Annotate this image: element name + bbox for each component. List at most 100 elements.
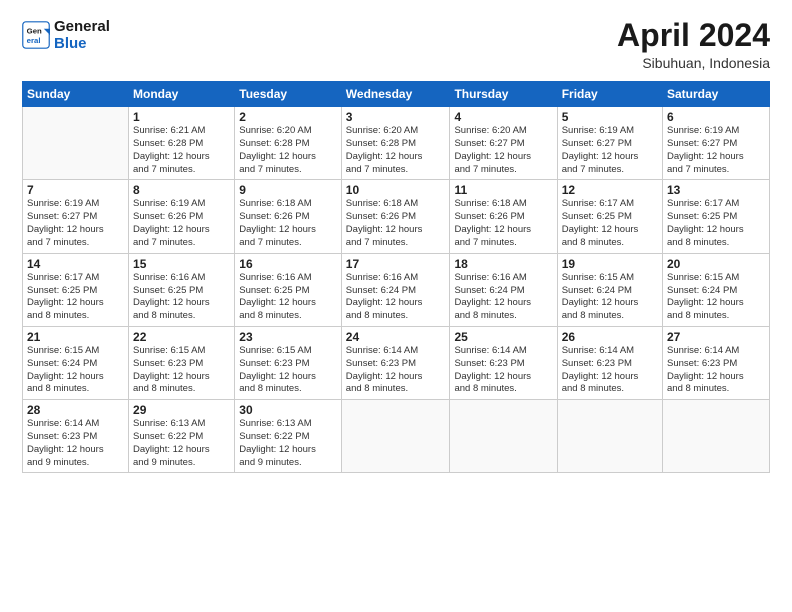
table-row: 22Sunrise: 6:15 AM Sunset: 6:23 PM Dayli… — [129, 326, 235, 399]
calendar-week-row: 28Sunrise: 6:14 AM Sunset: 6:23 PM Dayli… — [23, 400, 770, 473]
day-number: 25 — [454, 330, 552, 344]
table-row: 9Sunrise: 6:18 AM Sunset: 6:26 PM Daylig… — [235, 180, 342, 253]
day-number: 1 — [133, 110, 230, 124]
day-number: 30 — [239, 403, 337, 417]
table-row: 28Sunrise: 6:14 AM Sunset: 6:23 PM Dayli… — [23, 400, 129, 473]
day-number: 20 — [667, 257, 765, 271]
table-row: 3Sunrise: 6:20 AM Sunset: 6:28 PM Daylig… — [341, 107, 450, 180]
table-row: 8Sunrise: 6:19 AM Sunset: 6:26 PM Daylig… — [129, 180, 235, 253]
table-row: 21Sunrise: 6:15 AM Sunset: 6:24 PM Dayli… — [23, 326, 129, 399]
calendar-week-row: 14Sunrise: 6:17 AM Sunset: 6:25 PM Dayli… — [23, 253, 770, 326]
table-row: 7Sunrise: 6:19 AM Sunset: 6:27 PM Daylig… — [23, 180, 129, 253]
table-row: 5Sunrise: 6:19 AM Sunset: 6:27 PM Daylig… — [557, 107, 662, 180]
subtitle: Sibuhuan, Indonesia — [617, 55, 770, 71]
day-info: Sunrise: 6:14 AM Sunset: 6:23 PM Dayligh… — [27, 418, 124, 469]
day-number: 3 — [346, 110, 446, 124]
day-number: 28 — [27, 403, 124, 417]
svg-text:eral: eral — [27, 36, 41, 45]
day-number: 29 — [133, 403, 230, 417]
table-row: 6Sunrise: 6:19 AM Sunset: 6:27 PM Daylig… — [663, 107, 770, 180]
table-row — [341, 400, 450, 473]
col-saturday: Saturday — [663, 82, 770, 107]
table-row: 25Sunrise: 6:14 AM Sunset: 6:23 PM Dayli… — [450, 326, 557, 399]
day-info: Sunrise: 6:19 AM Sunset: 6:27 PM Dayligh… — [667, 125, 765, 176]
day-info: Sunrise: 6:17 AM Sunset: 6:25 PM Dayligh… — [667, 198, 765, 249]
day-number: 11 — [454, 183, 552, 197]
table-row: 15Sunrise: 6:16 AM Sunset: 6:25 PM Dayli… — [129, 253, 235, 326]
table-row: 2Sunrise: 6:20 AM Sunset: 6:28 PM Daylig… — [235, 107, 342, 180]
table-row: 18Sunrise: 6:16 AM Sunset: 6:24 PM Dayli… — [450, 253, 557, 326]
col-friday: Friday — [557, 82, 662, 107]
day-number: 26 — [562, 330, 658, 344]
logo-icon: Gen eral — [22, 21, 50, 49]
day-info: Sunrise: 6:14 AM Sunset: 6:23 PM Dayligh… — [562, 345, 658, 396]
calendar-week-row: 7Sunrise: 6:19 AM Sunset: 6:27 PM Daylig… — [23, 180, 770, 253]
day-info: Sunrise: 6:16 AM Sunset: 6:24 PM Dayligh… — [346, 272, 446, 323]
day-info: Sunrise: 6:15 AM Sunset: 6:24 PM Dayligh… — [667, 272, 765, 323]
table-row: 17Sunrise: 6:16 AM Sunset: 6:24 PM Dayli… — [341, 253, 450, 326]
day-info: Sunrise: 6:20 AM Sunset: 6:27 PM Dayligh… — [454, 125, 552, 176]
day-info: Sunrise: 6:15 AM Sunset: 6:23 PM Dayligh… — [133, 345, 230, 396]
table-row: 13Sunrise: 6:17 AM Sunset: 6:25 PM Dayli… — [663, 180, 770, 253]
day-info: Sunrise: 6:14 AM Sunset: 6:23 PM Dayligh… — [667, 345, 765, 396]
table-row: 1Sunrise: 6:21 AM Sunset: 6:28 PM Daylig… — [129, 107, 235, 180]
table-row: 27Sunrise: 6:14 AM Sunset: 6:23 PM Dayli… — [663, 326, 770, 399]
table-row: 16Sunrise: 6:16 AM Sunset: 6:25 PM Dayli… — [235, 253, 342, 326]
day-info: Sunrise: 6:13 AM Sunset: 6:22 PM Dayligh… — [133, 418, 230, 469]
day-info: Sunrise: 6:14 AM Sunset: 6:23 PM Dayligh… — [346, 345, 446, 396]
col-sunday: Sunday — [23, 82, 129, 107]
day-number: 9 — [239, 183, 337, 197]
day-number: 14 — [27, 257, 124, 271]
day-info: Sunrise: 6:19 AM Sunset: 6:27 PM Dayligh… — [562, 125, 658, 176]
table-row: 29Sunrise: 6:13 AM Sunset: 6:22 PM Dayli… — [129, 400, 235, 473]
day-info: Sunrise: 6:13 AM Sunset: 6:22 PM Dayligh… — [239, 418, 337, 469]
day-number: 19 — [562, 257, 658, 271]
day-info: Sunrise: 6:16 AM Sunset: 6:24 PM Dayligh… — [454, 272, 552, 323]
col-tuesday: Tuesday — [235, 82, 342, 107]
day-number: 12 — [562, 183, 658, 197]
day-number: 13 — [667, 183, 765, 197]
day-number: 17 — [346, 257, 446, 271]
day-info: Sunrise: 6:20 AM Sunset: 6:28 PM Dayligh… — [346, 125, 446, 176]
table-row — [23, 107, 129, 180]
day-number: 10 — [346, 183, 446, 197]
day-info: Sunrise: 6:21 AM Sunset: 6:28 PM Dayligh… — [133, 125, 230, 176]
day-number: 4 — [454, 110, 552, 124]
table-row: 14Sunrise: 6:17 AM Sunset: 6:25 PM Dayli… — [23, 253, 129, 326]
title-block: April 2024 Sibuhuan, Indonesia — [617, 18, 770, 71]
day-number: 24 — [346, 330, 446, 344]
table-row: 12Sunrise: 6:17 AM Sunset: 6:25 PM Dayli… — [557, 180, 662, 253]
day-number: 21 — [27, 330, 124, 344]
day-info: Sunrise: 6:18 AM Sunset: 6:26 PM Dayligh… — [454, 198, 552, 249]
table-row — [450, 400, 557, 473]
day-info: Sunrise: 6:19 AM Sunset: 6:27 PM Dayligh… — [27, 198, 124, 249]
day-info: Sunrise: 6:19 AM Sunset: 6:26 PM Dayligh… — [133, 198, 230, 249]
table-row: 19Sunrise: 6:15 AM Sunset: 6:24 PM Dayli… — [557, 253, 662, 326]
table-row: 20Sunrise: 6:15 AM Sunset: 6:24 PM Dayli… — [663, 253, 770, 326]
table-row: 11Sunrise: 6:18 AM Sunset: 6:26 PM Dayli… — [450, 180, 557, 253]
table-row — [557, 400, 662, 473]
logo-text: GeneralBlue — [54, 18, 110, 52]
svg-text:Gen: Gen — [27, 26, 42, 35]
table-row: 10Sunrise: 6:18 AM Sunset: 6:26 PM Dayli… — [341, 180, 450, 253]
table-row: 24Sunrise: 6:14 AM Sunset: 6:23 PM Dayli… — [341, 326, 450, 399]
table-row: 4Sunrise: 6:20 AM Sunset: 6:27 PM Daylig… — [450, 107, 557, 180]
day-number: 16 — [239, 257, 337, 271]
day-number: 18 — [454, 257, 552, 271]
day-number: 22 — [133, 330, 230, 344]
day-info: Sunrise: 6:15 AM Sunset: 6:24 PM Dayligh… — [27, 345, 124, 396]
day-info: Sunrise: 6:15 AM Sunset: 6:23 PM Dayligh… — [239, 345, 337, 396]
col-monday: Monday — [129, 82, 235, 107]
day-info: Sunrise: 6:17 AM Sunset: 6:25 PM Dayligh… — [27, 272, 124, 323]
month-title: April 2024 — [617, 18, 770, 53]
day-info: Sunrise: 6:16 AM Sunset: 6:25 PM Dayligh… — [133, 272, 230, 323]
day-info: Sunrise: 6:18 AM Sunset: 6:26 PM Dayligh… — [346, 198, 446, 249]
day-info: Sunrise: 6:20 AM Sunset: 6:28 PM Dayligh… — [239, 125, 337, 176]
day-info: Sunrise: 6:16 AM Sunset: 6:25 PM Dayligh… — [239, 272, 337, 323]
calendar-week-row: 1Sunrise: 6:21 AM Sunset: 6:28 PM Daylig… — [23, 107, 770, 180]
day-number: 6 — [667, 110, 765, 124]
day-number: 2 — [239, 110, 337, 124]
day-info: Sunrise: 6:14 AM Sunset: 6:23 PM Dayligh… — [454, 345, 552, 396]
day-info: Sunrise: 6:15 AM Sunset: 6:24 PM Dayligh… — [562, 272, 658, 323]
day-number: 23 — [239, 330, 337, 344]
